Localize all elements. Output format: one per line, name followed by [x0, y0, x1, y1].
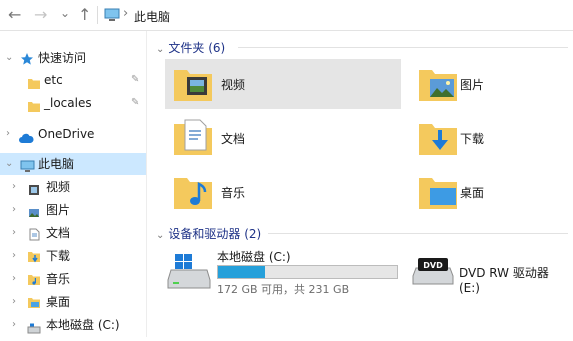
recent-locations-button[interactable]: ⌄	[60, 3, 70, 23]
section-divider	[268, 233, 568, 234]
nav-label: 此电脑	[38, 157, 75, 171]
nav-label: 音乐	[46, 272, 71, 286]
chevron-right-icon[interactable]: ›	[12, 291, 16, 313]
nav-label: 本地磁盘 (C:)	[46, 318, 120, 332]
drive-free-space: 172 GB 可用，共 231 GB	[217, 283, 350, 296]
nav-label: OneDrive	[38, 127, 95, 141]
nav-label: 快速访问	[38, 51, 87, 65]
folder-tile-downloads[interactable]: 下载	[412, 113, 573, 163]
nav-label: 视频	[46, 180, 71, 194]
forward-button[interactable]: →	[34, 5, 47, 25]
folder-tile-videos[interactable]: 视频	[165, 59, 401, 109]
folder-label: 音乐	[221, 186, 246, 200]
chevron-right-icon[interactable]: ›	[12, 199, 16, 221]
video-folder-icon	[173, 66, 213, 105]
folder-label: 图片	[460, 78, 485, 92]
nav-item-music[interactable]: › 音乐	[0, 268, 146, 290]
dvd-drive-icon: DVD	[412, 250, 454, 289]
nav-label: _locales	[44, 96, 92, 110]
back-button[interactable]: ←	[8, 5, 21, 25]
dvd-badge: DVD	[423, 261, 443, 270]
folder-icon	[28, 97, 40, 119]
pin-icon: ✎	[131, 97, 140, 108]
chevron-right-icon[interactable]: ›	[12, 222, 16, 244]
folder-label: 下载	[460, 132, 485, 146]
address-bar: ← → ⌄ ↑ › 此电脑	[0, 0, 573, 31]
nav-item-this-pc[interactable]: ⌄ 此电脑	[0, 153, 146, 175]
drive-usage-bar	[217, 265, 398, 279]
folder-tile-pictures[interactable]: 图片	[412, 59, 573, 109]
folder-tile-music[interactable]: 音乐	[165, 167, 401, 217]
drive-usage-fill	[218, 266, 265, 278]
desktop-folder-icon	[418, 172, 458, 213]
chevron-down-icon[interactable]: ⌄	[5, 47, 13, 69]
nav-item-locales[interactable]: _locales ✎	[0, 92, 146, 114]
nav-item-onedrive[interactable]: › OneDrive	[0, 123, 146, 145]
nav-item-documents[interactable]: › 文档	[0, 222, 146, 244]
devices-section-title: 设备和驱动器 (2)	[168, 227, 262, 241]
pin-icon: ✎	[131, 74, 140, 85]
downloads-folder-icon	[418, 118, 458, 159]
chevron-down-icon[interactable]: ⌄	[156, 230, 164, 241]
breadcrumb-separator: ›	[123, 6, 129, 21]
nav-item-pictures[interactable]: › 图片	[0, 199, 146, 221]
nav-item-videos[interactable]: › 视频	[0, 176, 146, 198]
drive-name: DVD RW 驱动器 (E:)	[459, 266, 549, 295]
chevron-down-icon[interactable]: ⌄	[5, 153, 13, 175]
nav-item-quick-access[interactable]: ⌄ 快速访问	[0, 47, 146, 69]
chevron-right-icon[interactable]: ›	[6, 123, 10, 145]
nav-item-desktop[interactable]: › 桌面	[0, 291, 146, 313]
folder-tile-desktop[interactable]: 桌面	[412, 167, 573, 217]
nav-item-downloads[interactable]: › 下载	[0, 245, 146, 267]
folders-section-title: 文件夹 (6)	[168, 41, 226, 55]
folders-section-header[interactable]: ⌄ 文件夹 (6)	[156, 39, 225, 56]
pane-divider[interactable]	[146, 31, 147, 337]
devices-section-header[interactable]: ⌄ 设备和驱动器 (2)	[156, 225, 261, 242]
nav-label: 文档	[46, 226, 71, 240]
chevron-right-icon[interactable]: ›	[12, 245, 16, 267]
section-divider	[238, 47, 568, 48]
documents-folder-icon	[173, 118, 213, 159]
drive-name: 本地磁盘 (C:)	[217, 250, 291, 264]
chevron-right-icon[interactable]: ›	[12, 268, 16, 290]
nav-label: etc	[44, 73, 63, 87]
chevron-right-icon[interactable]: ›	[12, 314, 16, 336]
folder-label: 桌面	[460, 186, 485, 200]
nav-label: 桌面	[46, 295, 71, 309]
drive-icon	[27, 319, 41, 341]
windows-drive-icon	[167, 250, 211, 293]
folder-tile-documents[interactable]: 文档	[165, 113, 401, 163]
this-pc-icon	[104, 8, 120, 25]
folder-label: 文档	[221, 132, 246, 146]
chevron-right-icon[interactable]: ›	[12, 176, 16, 198]
nav-label: 下载	[46, 249, 71, 263]
up-button[interactable]: ↑	[78, 5, 91, 25]
nav-item-etc[interactable]: etc ✎	[0, 69, 146, 91]
music-folder-icon	[173, 172, 213, 213]
toolbar-separator	[97, 6, 98, 24]
chevron-down-icon[interactable]: ⌄	[156, 44, 164, 55]
onedrive-icon	[18, 129, 34, 151]
nav-item-local-disk-c[interactable]: › 本地磁盘 (C:)	[0, 314, 146, 336]
folder-label: 视频	[221, 78, 246, 92]
pictures-folder-icon	[418, 66, 458, 105]
drive-tile-dvd-e[interactable]: DVD DVD RW 驱动器 (E:)	[412, 248, 572, 295]
nav-label: 图片	[46, 203, 71, 217]
navigation-pane: ⌄ 快速访问 etc ✎ _locales ✎ › OneDrive ⌄ 此电脑	[0, 31, 146, 337]
breadcrumb-this-pc[interactable]: 此电脑	[134, 8, 170, 25]
drive-tile-local-disk-c[interactable]: 本地磁盘 (C:) 172 GB 可用，共 231 GB	[165, 244, 405, 296]
